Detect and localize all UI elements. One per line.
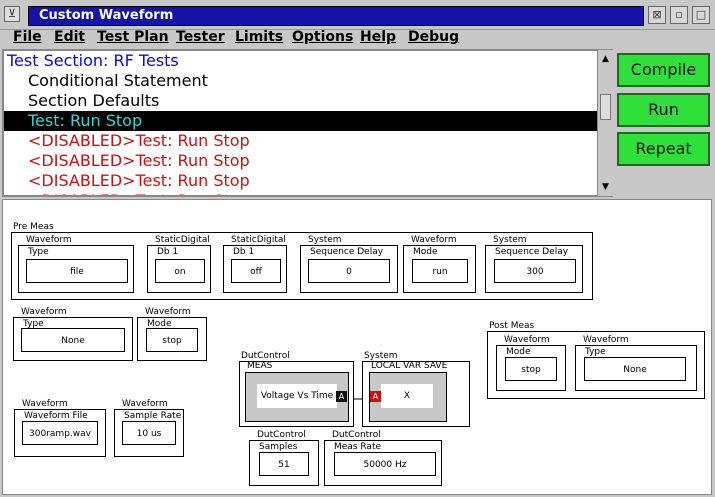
parameter-value[interactable]: off (231, 259, 281, 283)
tree-row[interactable]: <DISABLED>Test: Run Stop (4, 151, 250, 171)
block-field-label: LOCAL VAR SAVE (371, 361, 448, 371)
block-field-label: MEAS (247, 361, 273, 371)
output-port[interactable]: A (336, 391, 347, 402)
block-group-label: DutControl (241, 351, 290, 361)
tree-row[interactable]: <DISABLED>Test: Run Stop (4, 131, 250, 151)
block-group-label: Waveform (122, 399, 168, 409)
block-field-label: Mode (413, 247, 438, 257)
block-group-label: DutControl (332, 430, 381, 440)
block-group-label: System (493, 235, 527, 245)
menu-edit[interactable]: Edit (54, 29, 85, 45)
menu-tester[interactable]: Tester (176, 29, 225, 45)
tree-row[interactable]: Section Defaults (4, 91, 159, 111)
menu-bar: File Edit Test Plan Tester Limits Option… (0, 28, 715, 48)
tree-scrollbar[interactable]: ▲ ▼ (597, 50, 613, 196)
parameter-value[interactable]: 10 us (122, 421, 176, 445)
parameter-value[interactable]: None (21, 328, 125, 352)
title-bar: ⊻ Custom Waveform ⊠ ▫ □ (0, 0, 715, 30)
menu-options[interactable]: Options (292, 29, 353, 45)
local-var-value[interactable]: X (381, 384, 433, 408)
repeat-button[interactable]: Repeat (617, 132, 710, 166)
test-canvas: Pre Meas Post Meas Waveform Type file Stati… (2, 199, 712, 495)
parameter-value[interactable]: 300ramp.wav (22, 421, 98, 445)
compile-button[interactable]: Compile (617, 53, 710, 87)
parameter-value[interactable]: 0 (308, 259, 390, 283)
tree-row[interactable]: Test: Run Stop (4, 111, 598, 131)
window-title: Custom Waveform (28, 6, 644, 26)
block-group-label: Waveform (26, 235, 72, 245)
parameter-value[interactable]: 50000 Hz (334, 452, 436, 476)
block-field-label: Meas Rate (334, 442, 382, 452)
parameter-value[interactable]: 300 (494, 259, 576, 283)
parameter-value[interactable]: None (584, 357, 686, 381)
block-field-label: Samples (259, 442, 298, 452)
scroll-down-icon[interactable]: ▼ (599, 180, 612, 194)
block-group-label: System (308, 235, 342, 245)
block-group-label: Waveform (21, 307, 67, 317)
block-group-label: Waveform (145, 307, 191, 317)
menu-file[interactable]: File (13, 29, 42, 45)
menu-help[interactable]: Help (360, 29, 396, 45)
run-button[interactable]: Run (617, 93, 710, 127)
block-field-label: Waveform File (24, 411, 88, 421)
block-field-label: Db 1 (157, 247, 179, 257)
menu-test-plan[interactable]: Test Plan (97, 29, 169, 45)
block-group-label: StaticDigital (155, 235, 210, 245)
menu-debug[interactable]: Debug (408, 29, 459, 45)
minimize-icon[interactable]: ▫ (670, 6, 688, 24)
block-field-label: Sequence Delay (310, 247, 384, 257)
scroll-thumb[interactable] (600, 94, 611, 120)
parameter-value[interactable]: stop (505, 357, 557, 381)
block-group-label: Waveform (22, 399, 68, 409)
block-group-label: Waveform (583, 335, 629, 345)
block-group-label: System (364, 351, 398, 361)
block-field-label: Sample Rate (124, 411, 182, 421)
block-group-label: Waveform (504, 335, 550, 345)
tree-row[interactable]: <DISABLED>Test: Run Stop (4, 191, 250, 195)
parameter-value[interactable]: on (155, 259, 205, 283)
parameter-value[interactable]: stop (146, 328, 198, 352)
parameter-value[interactable]: run (412, 259, 468, 283)
block-field-label: Db 1 (233, 247, 255, 257)
parameter-value[interactable]: file (26, 259, 128, 283)
scroll-up-icon[interactable]: ▲ (599, 52, 612, 66)
test-tree: Test Section: RF Tests Conditional Statem… (2, 49, 613, 197)
tree-row[interactable]: Conditional Statement (4, 71, 208, 91)
maximize-icon[interactable]: □ (692, 6, 710, 24)
meas-value[interactable]: Voltage Vs Time (257, 384, 337, 408)
block-group-label: StaticDigital (231, 235, 286, 245)
block-field-label: Type (28, 247, 49, 257)
input-port[interactable]: A (370, 391, 381, 402)
parameter-value[interactable]: 51 (259, 452, 309, 476)
block-field-label: Type (585, 347, 606, 357)
iconify-icon[interactable]: ⊠ (648, 6, 666, 24)
menu-limits[interactable]: Limits (235, 29, 283, 45)
window-menu-icon[interactable]: ⊻ (4, 6, 20, 22)
block-field-label: Sequence Delay (495, 247, 569, 257)
block-group-label: DutControl (257, 430, 306, 440)
block-group-label: Waveform (411, 235, 457, 245)
block-field-label: Mode (506, 347, 531, 357)
tree-row[interactable]: Test Section: RF Tests (4, 51, 179, 71)
tree-row[interactable]: <DISABLED>Test: Run Stop (4, 171, 250, 191)
